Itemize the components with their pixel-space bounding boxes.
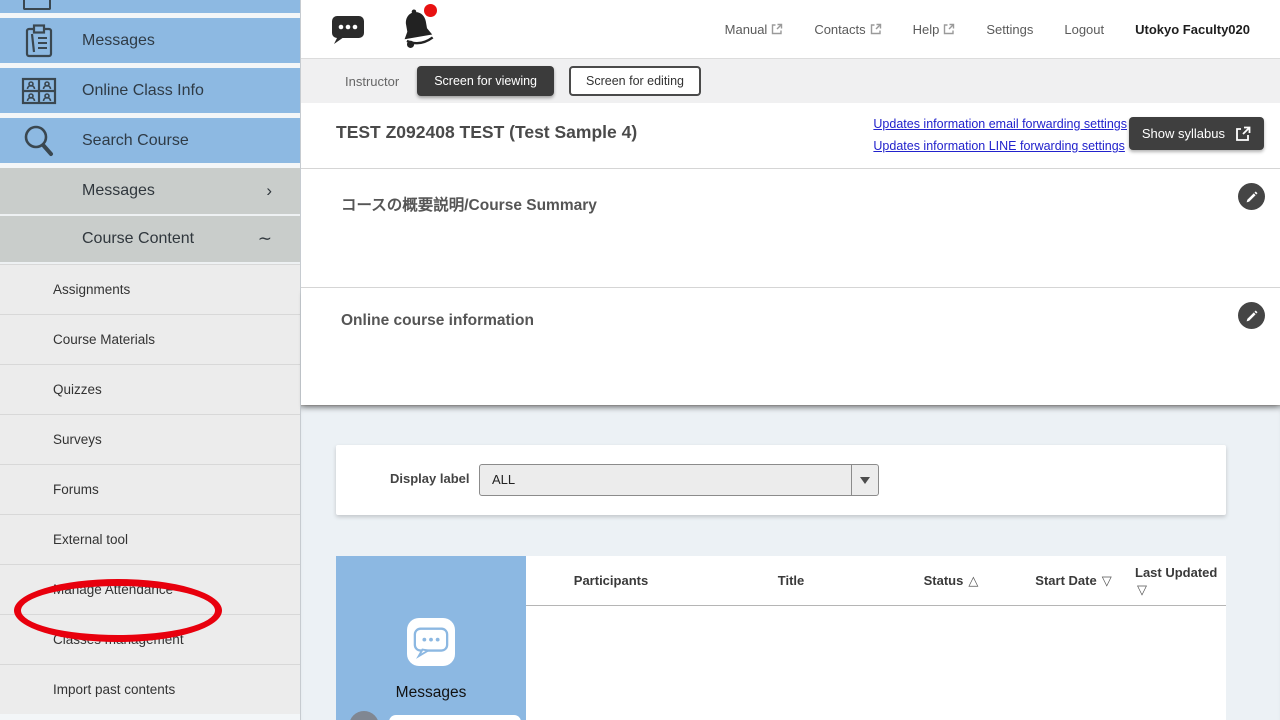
external-link-icon xyxy=(1235,126,1251,142)
dropdown-arrow-icon[interactable] xyxy=(851,465,878,495)
nav-label: Help xyxy=(913,22,940,37)
nav-help[interactable]: Help xyxy=(913,22,956,37)
notification-badge-dot xyxy=(424,4,437,17)
course-summary-section: コースの概要説明/Course Summary xyxy=(301,168,1280,287)
filter-panel: Display label ALL xyxy=(336,445,1226,515)
sidebar-item-forums[interactable]: Forums xyxy=(0,464,300,514)
sort-desc-icon[interactable]: ▽ xyxy=(1137,581,1222,598)
sidebar-item-label: Import past contents xyxy=(53,682,175,697)
online-course-info-heading: Online course information xyxy=(301,288,1280,330)
display-label-select[interactable]: ALL xyxy=(479,464,879,496)
sidebar-item-label: Quizzes xyxy=(53,382,102,397)
chevron-right-icon: › xyxy=(266,181,272,201)
nav-label: Contacts xyxy=(814,22,865,37)
search-icon xyxy=(8,124,70,158)
contents-table: Messages Participants Title Status xyxy=(336,556,1226,720)
sidebar-item-import-past-contents[interactable]: Import past contents xyxy=(0,664,300,714)
column-header-title: Title xyxy=(696,556,886,605)
edit-course-summary-button[interactable] xyxy=(1238,183,1265,210)
top-bar: Manual Contacts Help xyxy=(301,0,1280,59)
sidebar-item-course-content[interactable]: Course Content ∼ xyxy=(0,216,300,264)
nav-settings[interactable]: Settings xyxy=(986,22,1033,37)
main-area: Manual Contacts Help xyxy=(300,0,1280,720)
sidebar-item-label: Manage Attendance xyxy=(53,582,173,597)
clipboard-icon xyxy=(8,23,70,59)
class-grid-icon xyxy=(8,75,70,107)
pencil-icon xyxy=(1244,189,1260,205)
contents-table-right: Participants Title Status △ Start Date ▽ xyxy=(526,556,1226,720)
sidebar: Messages Online Class Info xyxy=(0,0,300,720)
view-mode-bar: Instructor Screen for viewing Screen for… xyxy=(301,59,1280,103)
screen-for-editing-button[interactable]: Screen for editing xyxy=(569,66,701,96)
sidebar-section-label: Messages xyxy=(82,182,155,200)
column-header-status[interactable]: Status △ xyxy=(886,556,1016,605)
role-label: Instructor xyxy=(345,74,399,89)
sidebar-item-label: Forums xyxy=(53,482,99,497)
show-syllabus-label: Show syllabus xyxy=(1142,126,1225,141)
clipped-icon xyxy=(23,0,51,10)
online-course-info-section: Online course information xyxy=(301,287,1280,405)
sidebar-item-surveys[interactable]: Surveys xyxy=(0,414,300,464)
nav-contacts[interactable]: Contacts xyxy=(814,22,881,37)
sidebar-item-assignments[interactable]: Assignments xyxy=(0,264,300,314)
course-header: TEST Z092408 TEST (Test Sample 4) Update… xyxy=(301,103,1280,168)
external-link-icon xyxy=(870,23,882,35)
chat-bubble-icon[interactable] xyxy=(331,15,365,44)
line-forwarding-settings-link[interactable]: Updates information LINE forwarding sett… xyxy=(873,135,1127,157)
sidebar-item-online-class-info[interactable]: Online Class Info xyxy=(0,68,300,113)
logged-in-user: Utokyo Faculty020 xyxy=(1135,22,1250,37)
sidebar-item-label: Assignments xyxy=(53,282,130,297)
column-header-participants: Participants xyxy=(526,556,696,605)
show-syllabus-button[interactable]: Show syllabus xyxy=(1129,117,1264,150)
sidebar-section-label: Course Content xyxy=(82,230,194,248)
sidebar-item-messages-top[interactable]: Messages xyxy=(0,18,300,63)
sidebar-item-label: Surveys xyxy=(53,432,102,447)
external-link-icon xyxy=(943,23,955,35)
course-summary-heading: コースの概要説明/Course Summary xyxy=(301,169,1280,215)
nav-label: Settings xyxy=(986,22,1033,37)
screen-for-viewing-button[interactable]: Screen for viewing xyxy=(417,66,554,96)
column-header-last-updated[interactable]: Last Updated ▽ xyxy=(1131,556,1226,605)
sidebar-item-course-materials[interactable]: Course Materials xyxy=(0,314,300,364)
sidebar-item-label: Classes management xyxy=(53,632,184,647)
display-label-label: Display label xyxy=(390,471,469,486)
table-body-empty xyxy=(526,606,1226,720)
clipped-button-shape xyxy=(389,715,521,720)
sidebar-item-search-course[interactable]: Search Course xyxy=(0,118,300,163)
table-header-row: Participants Title Status △ Start Date ▽ xyxy=(526,556,1226,606)
sidebar-item-external-tool[interactable]: External tool xyxy=(0,514,300,564)
lms-page: Messages Online Class Info xyxy=(0,0,1280,720)
content-list-area: Display label ALL xyxy=(301,405,1280,720)
sidebar-item-label: Online Class Info xyxy=(82,82,204,100)
nav-manual[interactable]: Manual xyxy=(725,22,784,37)
column-header-start-date[interactable]: Start Date ▽ xyxy=(1016,556,1131,605)
clipped-avatar-shape xyxy=(349,711,379,720)
sidebar-item-messages-section[interactable]: Messages › xyxy=(0,168,300,216)
nav-label: Manual xyxy=(725,22,768,37)
sidebar-item-quizzes[interactable]: Quizzes xyxy=(0,364,300,414)
nav-label: Logout xyxy=(1064,22,1104,37)
messages-tool-cell[interactable]: Messages xyxy=(336,556,526,720)
sidebar-item-manage-attendance[interactable]: Manage Attendance xyxy=(0,564,300,614)
external-link-icon xyxy=(771,23,783,35)
sidebar-item-label: Messages xyxy=(82,32,155,50)
sort-desc-icon[interactable]: ▽ xyxy=(1102,573,1112,589)
sidebar-item-label: External tool xyxy=(53,532,128,547)
sort-asc-icon[interactable]: △ xyxy=(968,573,978,589)
edit-online-course-info-button[interactable] xyxy=(1238,302,1265,329)
tool-cell-label: Messages xyxy=(336,684,526,702)
sidebar-item-classes-management[interactable]: Classes management xyxy=(0,614,300,664)
notification-bell-icon[interactable] xyxy=(399,8,435,50)
chat-bubble-outline-icon xyxy=(407,618,455,666)
chevron-collapse-icon: ∼ xyxy=(258,229,272,249)
sidebar-item-label: Search Course xyxy=(82,132,189,150)
course-title: TEST Z092408 TEST (Test Sample 4) xyxy=(336,122,637,143)
nav-logout[interactable]: Logout xyxy=(1064,22,1104,37)
forwarding-links: Updates information email forwarding set… xyxy=(873,113,1127,157)
sidebar-item-clipped-top[interactable] xyxy=(0,0,300,13)
display-label-selected-value: ALL xyxy=(480,465,851,495)
pencil-icon xyxy=(1244,308,1260,324)
email-forwarding-settings-link[interactable]: Updates information email forwarding set… xyxy=(873,113,1127,135)
sidebar-item-label: Course Materials xyxy=(53,332,155,347)
